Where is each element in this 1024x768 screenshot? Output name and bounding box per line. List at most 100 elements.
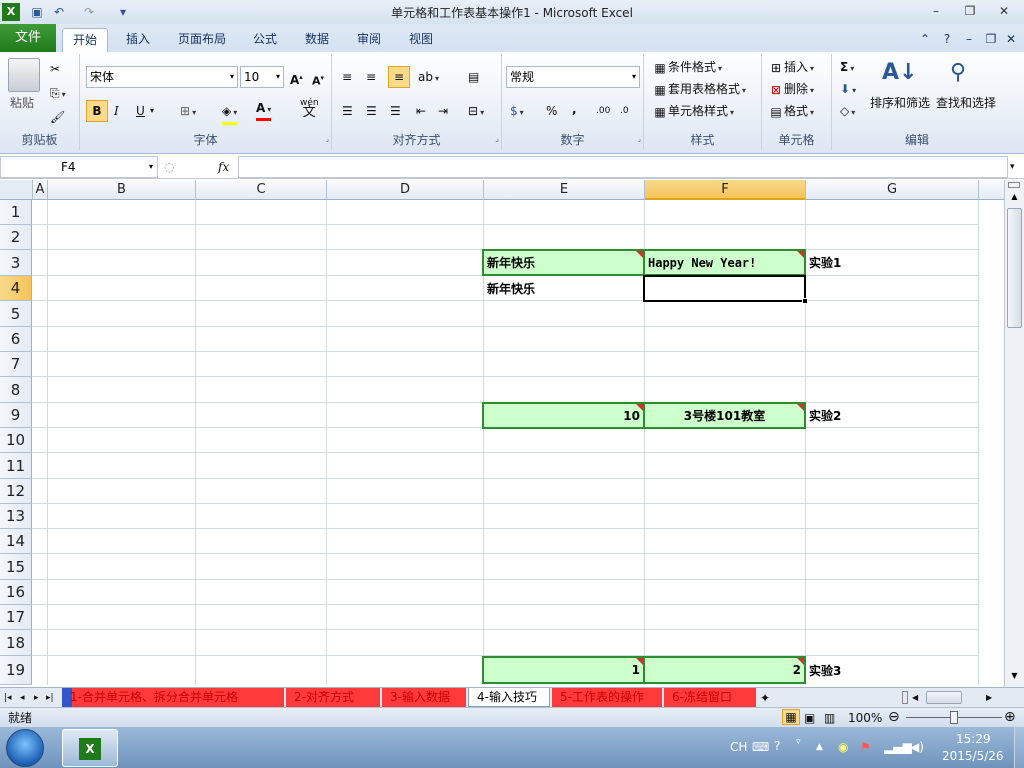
font-size-combo[interactable]: 10 ▾ (240, 66, 284, 88)
col-header-b[interactable]: B (48, 180, 196, 200)
show-desktop-button[interactable] (1014, 727, 1024, 768)
row-header-7[interactable]: 7 (0, 352, 32, 377)
start-button[interactable] (6, 729, 44, 767)
font-color-icon[interactable]: A ▾ (256, 100, 272, 121)
zoom-slider-thumb[interactable] (950, 711, 958, 724)
bold-button[interactable]: B (86, 100, 108, 122)
formula-bar-collapse-icon[interactable]: ▾ (1010, 158, 1015, 176)
keyboard-icon[interactable]: ⌨ (752, 738, 769, 756)
insert-function-button[interactable]: fx (218, 158, 229, 176)
col-header-g[interactable]: G (806, 180, 979, 200)
fill-handle[interactable] (802, 298, 808, 304)
font-dialog-launcher-icon[interactable]: ⌟ (325, 130, 329, 148)
col-header-c[interactable]: C (196, 180, 327, 200)
normal-view-icon[interactable]: ▦ (782, 709, 800, 725)
help-collapse-icon[interactable]: ⌃ (918, 28, 932, 52)
next-sheet-icon[interactable]: ▸ (34, 689, 39, 707)
col-header-e[interactable]: E (484, 180, 645, 200)
cell-g19[interactable]: 实验3 (806, 657, 844, 683)
sheet-tab-1[interactable]: 1-合并单元格、拆分合并单元格 (62, 688, 284, 707)
underline-dropdown-icon[interactable]: ▾ (150, 102, 154, 120)
conditional-format-button[interactable]: ▦ 条件格式 ▾ (652, 58, 722, 78)
col-header-h-partial[interactable] (979, 180, 1004, 200)
row-header-19[interactable]: 19 (0, 656, 32, 685)
border-icon[interactable]: ⊞ ▾ (180, 102, 196, 122)
tab-home[interactable]: 开始 (62, 28, 108, 52)
scroll-right-icon[interactable]: ▶ (986, 689, 992, 707)
row-header-9[interactable]: 9 (0, 403, 32, 428)
scroll-down-icon[interactable]: ▼ (1005, 671, 1024, 685)
align-top-icon[interactable]: ≡ (342, 68, 352, 86)
alignment-dialog-launcher-icon[interactable]: ⌟ (495, 130, 499, 148)
tab-insert[interactable]: 插入 (118, 28, 158, 52)
italic-button[interactable]: I (114, 102, 119, 120)
find-select-button[interactable]: 查找和选择 (936, 94, 996, 112)
copy-icon[interactable]: ⎘ ▾ (50, 84, 66, 104)
clock-date[interactable]: 2015/5/26 (942, 747, 1004, 765)
font-name-combo[interactable]: 宋体 ▾ (86, 66, 238, 88)
tab-data[interactable]: 数据 (298, 28, 336, 52)
scroll-left-icon[interactable]: ◀ (912, 689, 918, 707)
row-header-14[interactable]: 14 (0, 529, 32, 554)
row-header-1[interactable]: 1 (0, 200, 32, 225)
close-button[interactable]: ✕ (990, 2, 1018, 20)
accounting-format-icon[interactable]: $ ▾ (510, 102, 524, 122)
orientation-icon[interactable]: ab ▾ (418, 68, 439, 88)
tab-formulas[interactable]: 公式 (246, 28, 284, 52)
prev-sheet-icon[interactable]: ◂ (20, 689, 25, 707)
merge-center-icon[interactable]: ⊟ ▾ (468, 102, 484, 122)
workbook-minimize-icon[interactable]: – (962, 28, 976, 52)
minimize-button[interactable]: – (922, 2, 950, 20)
format-painter-icon[interactable]: 🖌 (50, 108, 65, 126)
action-center-icon[interactable]: ⚑ (860, 738, 871, 756)
tab-view[interactable]: 视图 (402, 28, 440, 52)
zoom-level[interactable]: 100% (848, 709, 882, 727)
first-sheet-icon[interactable]: |◂ (4, 689, 12, 707)
row-header-15[interactable]: 15 (0, 554, 32, 580)
row-header-12[interactable]: 12 (0, 479, 32, 504)
format-cells-button[interactable]: ▤ 格式 ▾ (768, 102, 814, 122)
shrink-font-icon[interactable]: A▾ (312, 69, 324, 91)
input-language[interactable]: CH (730, 738, 747, 756)
hscroll-thumb[interactable] (926, 691, 962, 704)
vertical-scrollbar[interactable]: ▲ ▼ (1004, 180, 1024, 687)
paste-icon[interactable] (8, 58, 40, 92)
security-tray-icon[interactable]: ◉ (838, 738, 848, 756)
row-header-11[interactable]: 11 (0, 453, 32, 479)
sheet-tab-5[interactable]: 5-工作表的操作 (552, 688, 662, 707)
row-header-3[interactable]: 3 (0, 250, 32, 276)
tab-file[interactable]: 文件 (0, 24, 56, 52)
autosum-button[interactable]: Σ ▾ (840, 58, 854, 78)
grow-font-icon[interactable]: A▴ (290, 68, 303, 89)
excel-taskbar-button[interactable]: X (62, 729, 118, 767)
align-left-icon[interactable]: ☰ (342, 102, 353, 120)
underline-button[interactable]: U (136, 102, 145, 120)
cell-f4-active[interactable] (643, 275, 808, 304)
zoom-in-icon[interactable]: ⊕ (1004, 708, 1016, 726)
tray-expand-icon[interactable]: ▲ (816, 738, 823, 756)
split-box-icon[interactable] (1008, 182, 1020, 188)
align-center-icon[interactable]: ☰ (366, 102, 377, 120)
wrap-text-icon[interactable]: ▤ (468, 68, 479, 86)
align-bottom-icon[interactable]: ≡ (388, 66, 410, 88)
find-select-icon[interactable]: ⚲ (950, 58, 966, 88)
percent-button[interactable]: % (546, 102, 557, 120)
insert-cells-button[interactable]: ⊞ 插入 ▾ (768, 58, 814, 78)
format-as-table-button[interactable]: ▦ 套用表格格式 ▾ (652, 80, 746, 100)
number-format-combo[interactable]: 常规 ▾ (506, 66, 640, 88)
cell-g9[interactable]: 实验2 (806, 403, 844, 428)
paste-button[interactable]: 粘贴 (10, 94, 34, 112)
workbook-restore-icon[interactable]: ❐ (984, 28, 998, 52)
last-sheet-icon[interactable]: ▸| (46, 689, 54, 707)
tab-page-layout[interactable]: 页面布局 (170, 28, 234, 52)
scroll-thumb[interactable] (1007, 208, 1022, 328)
help-tray-icon[interactable]: ? (774, 737, 780, 755)
fill-icon[interactable]: ⬇ ▾ (840, 80, 856, 100)
increase-indent-icon[interactable]: ⇥ (438, 102, 448, 120)
row-header-16[interactable]: 16 (0, 580, 32, 605)
volume-icon[interactable]: ◀) (910, 738, 924, 756)
page-break-view-icon[interactable]: ▥ (824, 709, 835, 727)
cell-f9[interactable]: 3号楼101教室 (643, 402, 806, 429)
cell-e19[interactable]: 1 (482, 656, 645, 684)
comma-button[interactable]: , (572, 100, 577, 118)
